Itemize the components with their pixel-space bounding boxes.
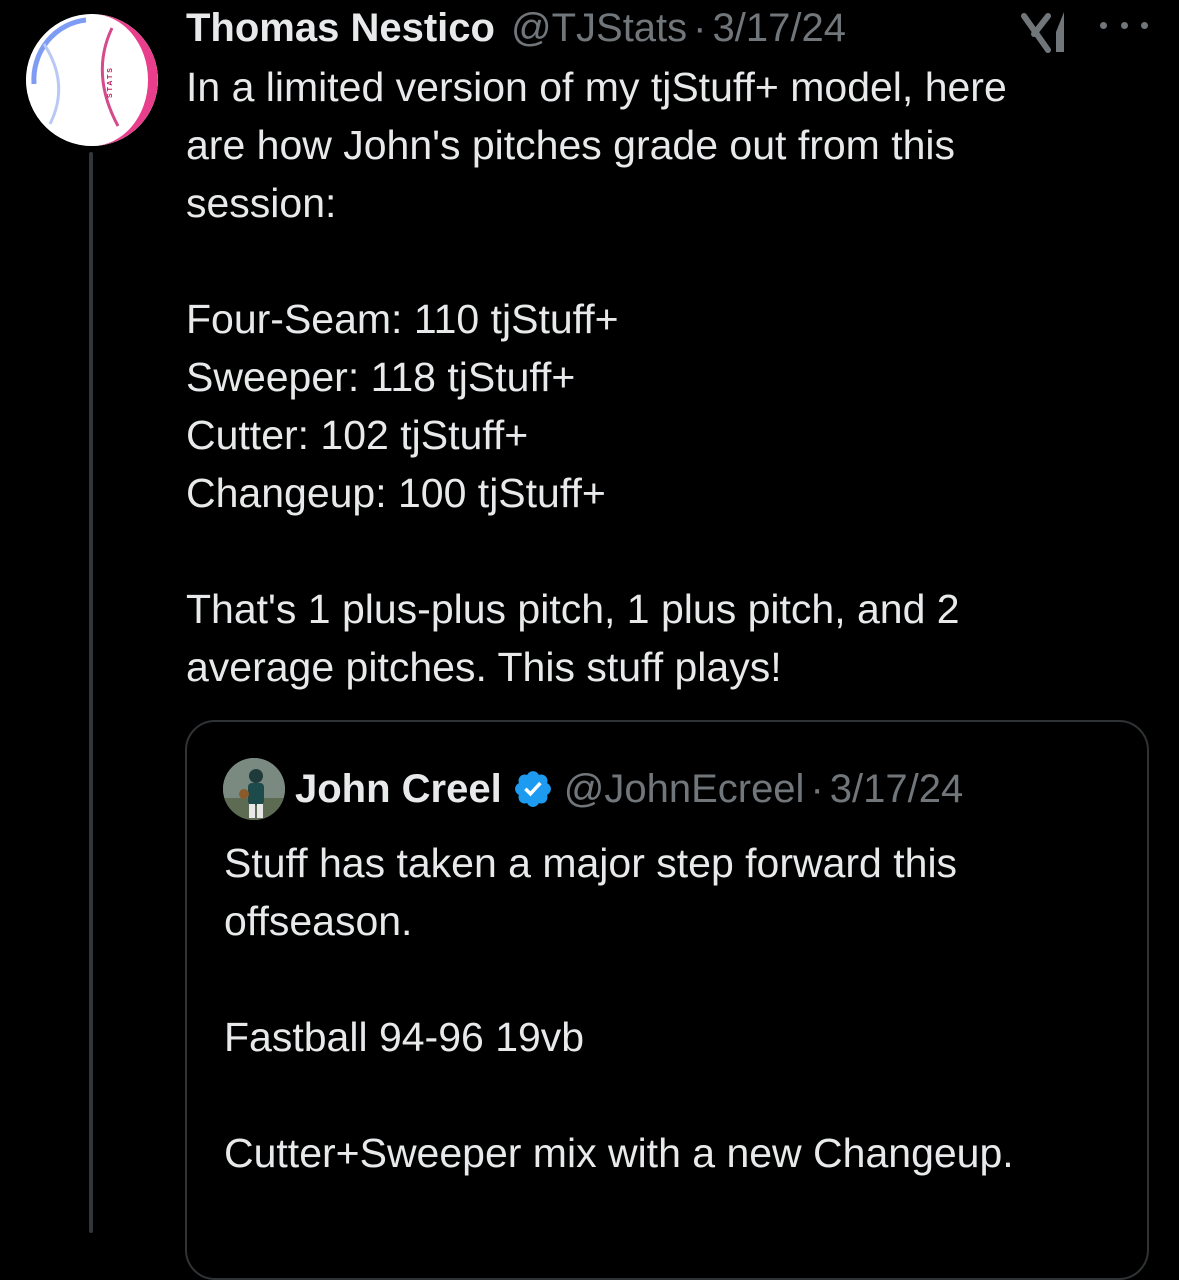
quoted-author-name[interactable]: John Creel [295,764,502,814]
tweet-header: Thomas Nestico @TJStats · 3/17/24 [186,4,846,52]
quoted-tweet-text: Stuff has taken a major step forward thi… [224,840,1014,1176]
author-avatar[interactable]: STATS [26,14,158,146]
quoted-tweet-date[interactable]: 3/17/24 [830,764,963,814]
quoted-author-handle[interactable]: @JohnEcreel [564,764,805,814]
separator-dot: · [810,767,824,811]
quoted-author-avatar[interactable] [223,758,285,820]
quoted-tweet-header: John Creel @JohnEcreel · 3/17/24 [295,764,963,814]
tweet-date[interactable]: 3/17/24 [713,4,846,52]
author-name[interactable]: Thomas Nestico [186,4,495,52]
thread-line [89,152,93,1233]
more-dot [1100,21,1107,29]
more-icon[interactable] [1100,10,1148,40]
author-handle[interactable]: @TJStats [511,4,687,52]
more-dot [1141,21,1148,29]
grok-icon[interactable] [1020,10,1072,54]
tweet-text: In a limited version of my tjStuff+ mode… [186,64,1007,690]
quoted-tweet[interactable]: John Creel @JohnEcreel · 3/17/24 Stuff h… [185,720,1149,1280]
verified-icon[interactable] [512,768,554,810]
separator-dot: · [693,6,707,50]
more-dot [1120,21,1128,29]
player-photo-icon [223,758,285,820]
avatar-logo-text: STATS [107,66,114,98]
baseball-stats-logo-icon: STATS [26,14,158,146]
